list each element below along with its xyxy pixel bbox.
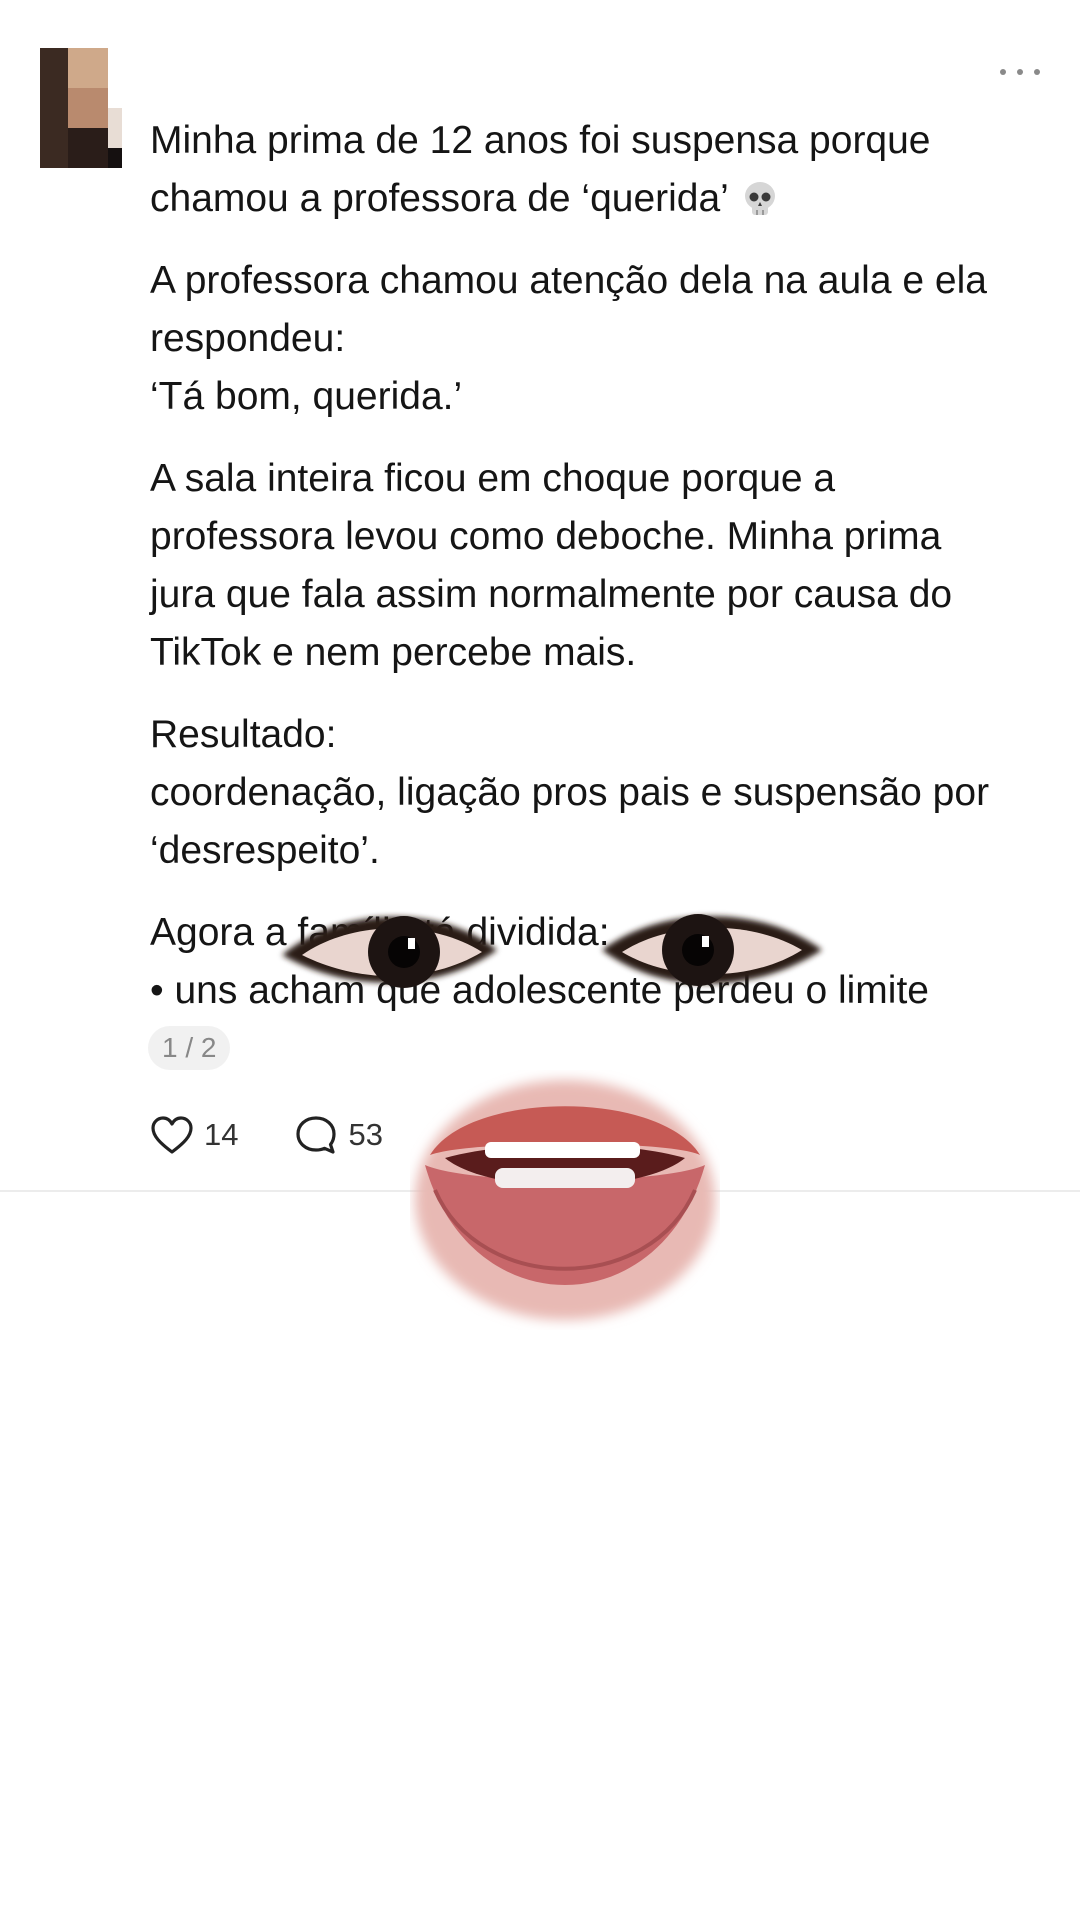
paragraph-1: Minha prima de 12 anos foi suspensa porq… xyxy=(150,112,1040,228)
paragraph-line: ‘Tá bom, querida.’ xyxy=(150,375,463,418)
paragraph-line: Resultado: xyxy=(150,713,337,756)
paragraph-line: professora levou como deboche. Minha pri… xyxy=(150,515,942,558)
comment-count: 53 xyxy=(348,1117,383,1152)
post-divider xyxy=(0,1190,1080,1192)
paragraph-line: respondeu: xyxy=(150,317,346,360)
post-actions: 14 53 xyxy=(150,1110,439,1160)
comment-bubble-icon xyxy=(296,1116,337,1154)
comment-button[interactable]: 53 xyxy=(294,1114,383,1156)
paragraph-line: jura que fala assim normalmente por caus… xyxy=(150,573,953,616)
paragraph-line: Agora a família tá dividida: xyxy=(150,911,610,954)
paragraph-line: ‘desrespeito’. xyxy=(150,829,380,872)
heart-icon xyxy=(151,1116,193,1154)
post-text: Minha prima de 12 anos foi suspensa porq… xyxy=(150,112,1040,1044)
paragraph-line: coordenação, ligação pros pais e suspens… xyxy=(150,771,990,814)
paragraph-2: A professora chamou atenção dela na aula… xyxy=(150,252,1040,426)
more-options-icon xyxy=(1000,69,1006,75)
paragraph-4: Resultado: coordenação, ligação pros pai… xyxy=(150,706,1040,880)
avatar[interactable] xyxy=(40,48,122,168)
paragraph-5: Agora a família tá dividida: • uns acham… xyxy=(150,904,1040,1020)
mouth-sticker xyxy=(415,1080,715,1320)
paragraph-line: Minha prima de 12 anos foi suspensa porq… xyxy=(150,119,931,162)
paragraph-line: A professora chamou atenção dela na aula… xyxy=(150,259,987,302)
page-indicator: 1 / 2 xyxy=(148,1026,231,1070)
paragraph-line: TikTok e nem percebe mais. xyxy=(150,631,637,674)
paragraph-3: A sala inteira ficou em choque porque a … xyxy=(150,450,1040,682)
skull-icon xyxy=(743,176,777,215)
paragraph-line: • uns acham que adolescente perdeu o lim… xyxy=(150,969,929,1012)
like-count: 14 xyxy=(204,1117,239,1152)
more-options-button[interactable] xyxy=(1000,62,1040,82)
like-button[interactable]: 14 xyxy=(150,1115,238,1155)
paragraph-line: chamou a professora de ‘querida’ xyxy=(150,177,729,220)
paragraph-line: A sala inteira ficou em choque porque a xyxy=(150,457,836,500)
